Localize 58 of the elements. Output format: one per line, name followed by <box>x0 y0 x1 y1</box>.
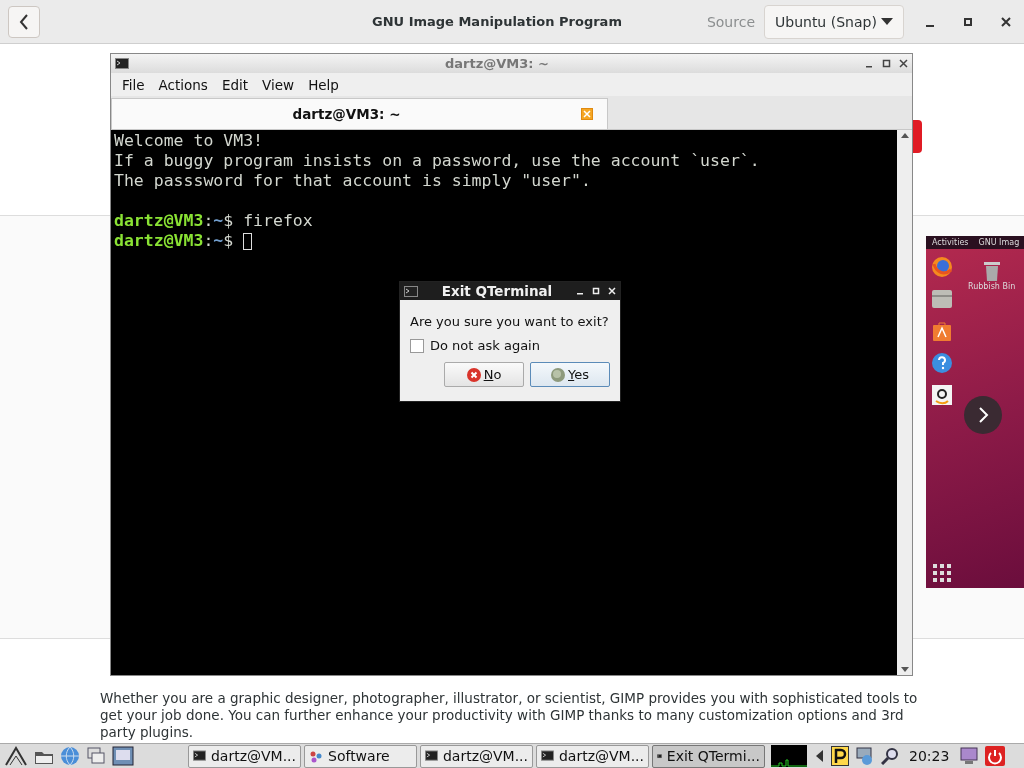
search-icon[interactable] <box>881 747 899 765</box>
tab-close-icon[interactable] <box>581 108 593 120</box>
source-dropdown[interactable]: Ubuntu (Snap) <box>764 4 904 39</box>
description-text: Whether you are a graphic designer, photographer, illustrator, or scientist, GIMP provides you with sophisticated tools to get your job done. You can further enhance your productivity with GIMP thanks to many customization options and 3rd party plugins. <box>100 690 919 741</box>
power-icon[interactable] <box>985 746 1006 766</box>
taskbar-button[interactable]: Software <box>304 744 417 768</box>
start-menu-icon[interactable] <box>4 746 28 766</box>
menu-item[interactable]: Edit <box>214 76 256 93</box>
cpu-graph-icon <box>771 745 807 767</box>
windows-icon[interactable] <box>86 746 106 766</box>
parking-icon[interactable] <box>831 746 849 766</box>
dialog-message: Are you sure you want to exit? <box>410 314 610 329</box>
prompt-line: dartz@VM3:~$ firefox <box>114 211 313 231</box>
clock: 20:23 <box>908 748 951 764</box>
back-icon <box>19 13 29 30</box>
terminal-line: If a buggy program insists on a password, use the account `user`. <box>114 151 760 171</box>
taskbar-button[interactable]: dartz@VM... <box>420 744 533 768</box>
lock-screen-icon[interactable] <box>959 746 980 766</box>
checkbox-label: Do not ask again <box>430 338 540 353</box>
help-icon <box>931 352 953 374</box>
taskbar-button[interactable]: dartz@VM... <box>536 744 649 768</box>
dialog-title: Exit QTerminal <box>440 283 554 299</box>
menu-item[interactable]: File <box>115 76 152 93</box>
cancel-icon <box>466 367 481 382</box>
checkbox[interactable] <box>410 338 424 353</box>
trash-icon <box>982 260 1001 282</box>
maximize-icon[interactable] <box>882 59 891 68</box>
terminal-tab[interactable]: dartz@VM3: ~ <box>111 98 608 129</box>
firefox-icon <box>931 256 953 278</box>
window-title: GNU Image Manipulation Program <box>372 14 622 29</box>
app-menu-label: GNU Imag <box>978 238 1020 247</box>
menu-item[interactable]: Actions <box>151 76 215 93</box>
terminal-line: Welcome to VM3! <box>114 131 263 151</box>
dropdown-caret-icon <box>881 18 893 25</box>
no-button[interactable]: No <box>444 362 524 387</box>
network-icon[interactable] <box>855 746 875 766</box>
scroll-up-icon <box>900 133 909 138</box>
confirm-icon <box>551 367 565 382</box>
prompt-line: dartz@VM3:~$ <box>114 231 235 251</box>
terminal-line: The passsword for that account is simply "user". <box>114 171 591 191</box>
desktop-icon[interactable] <box>112 746 134 766</box>
taskbar-button[interactable]: dartz@VM... <box>188 744 301 768</box>
shopping-bag-icon <box>931 320 953 342</box>
scroll-down-icon <box>900 667 909 672</box>
screenshot-preview[interactable]: Activities GNU Imag Rubbish Bin <box>926 236 1024 588</box>
source-label: Source <box>706 13 755 30</box>
yes-button[interactable]: Yes <box>530 362 610 387</box>
taskbar-button[interactable]: Exit QTermi... <box>652 744 765 768</box>
menu-item[interactable]: View <box>255 76 302 93</box>
activities-label: Activities <box>932 238 969 247</box>
app-grid-icon <box>933 564 951 582</box>
file-cabinet-icon <box>931 288 953 310</box>
window-title: dartz@VM3: ~ <box>444 56 550 71</box>
dots-icon <box>309 749 323 763</box>
trash-label: Rubbish Bin <box>968 282 1016 291</box>
close-icon[interactable] <box>899 59 908 68</box>
back-button[interactable] <box>8 5 40 38</box>
menu-item[interactable]: Help <box>301 76 346 93</box>
